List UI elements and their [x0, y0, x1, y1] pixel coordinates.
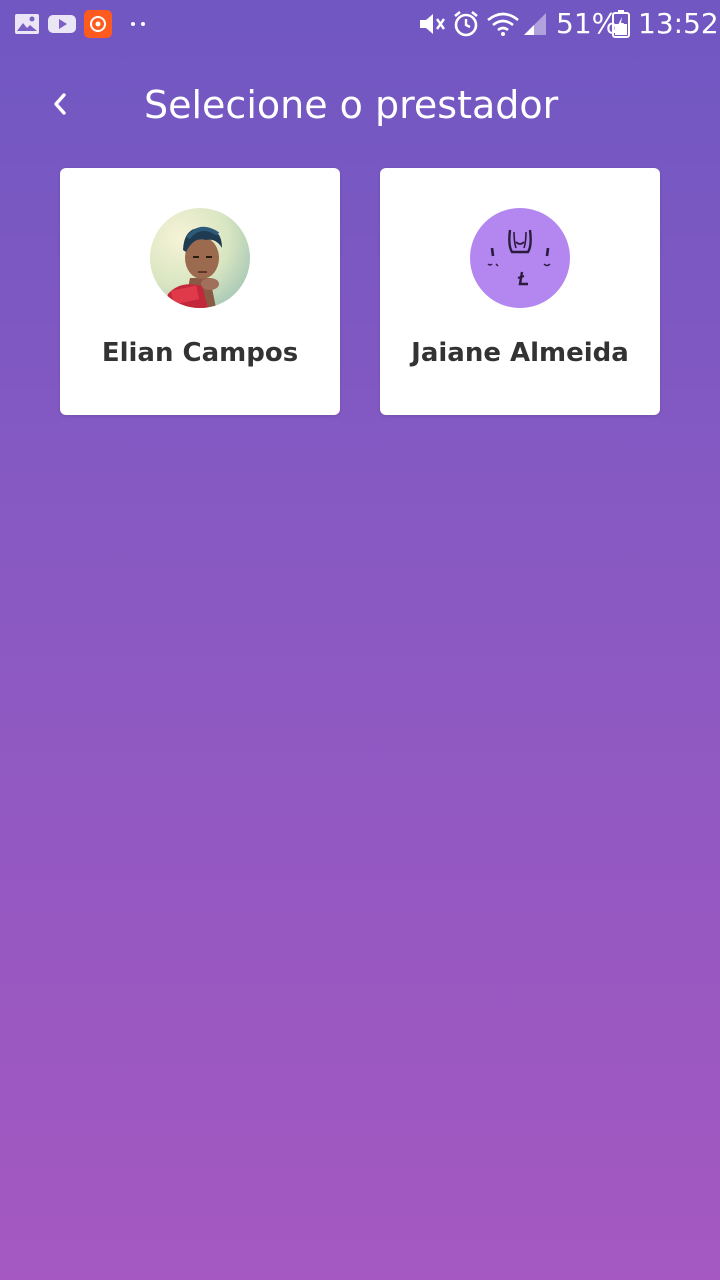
provider-name: Elian Campos	[101, 338, 299, 368]
provider-card-jaiane-almeida[interactable]: Jaiane Almeida	[380, 168, 660, 415]
header: Selecione o prestador	[0, 70, 720, 142]
status-bar: 51% 13:52	[0, 0, 720, 48]
mute-icon	[418, 10, 446, 38]
avatar	[470, 208, 570, 308]
gallery-icon	[14, 10, 40, 38]
more-dots-icon	[128, 10, 150, 38]
back-button[interactable]	[36, 82, 84, 130]
chevron-left-icon	[50, 90, 70, 123]
battery-percent: 51%	[556, 7, 619, 40]
battery-icon	[612, 10, 630, 38]
alarm-icon	[452, 10, 480, 38]
provider-card-elian-campos[interactable]: Elian Campos	[60, 168, 340, 415]
youtube-icon	[48, 10, 76, 38]
wifi-icon	[486, 10, 520, 38]
clock: 13:52	[638, 7, 719, 40]
signal-icon	[522, 10, 548, 38]
page-title: Selecione o prestador	[144, 83, 559, 127]
provider-name: Jaiane Almeida	[411, 338, 629, 368]
app-notification-icon	[84, 9, 112, 39]
avatar	[150, 208, 250, 308]
